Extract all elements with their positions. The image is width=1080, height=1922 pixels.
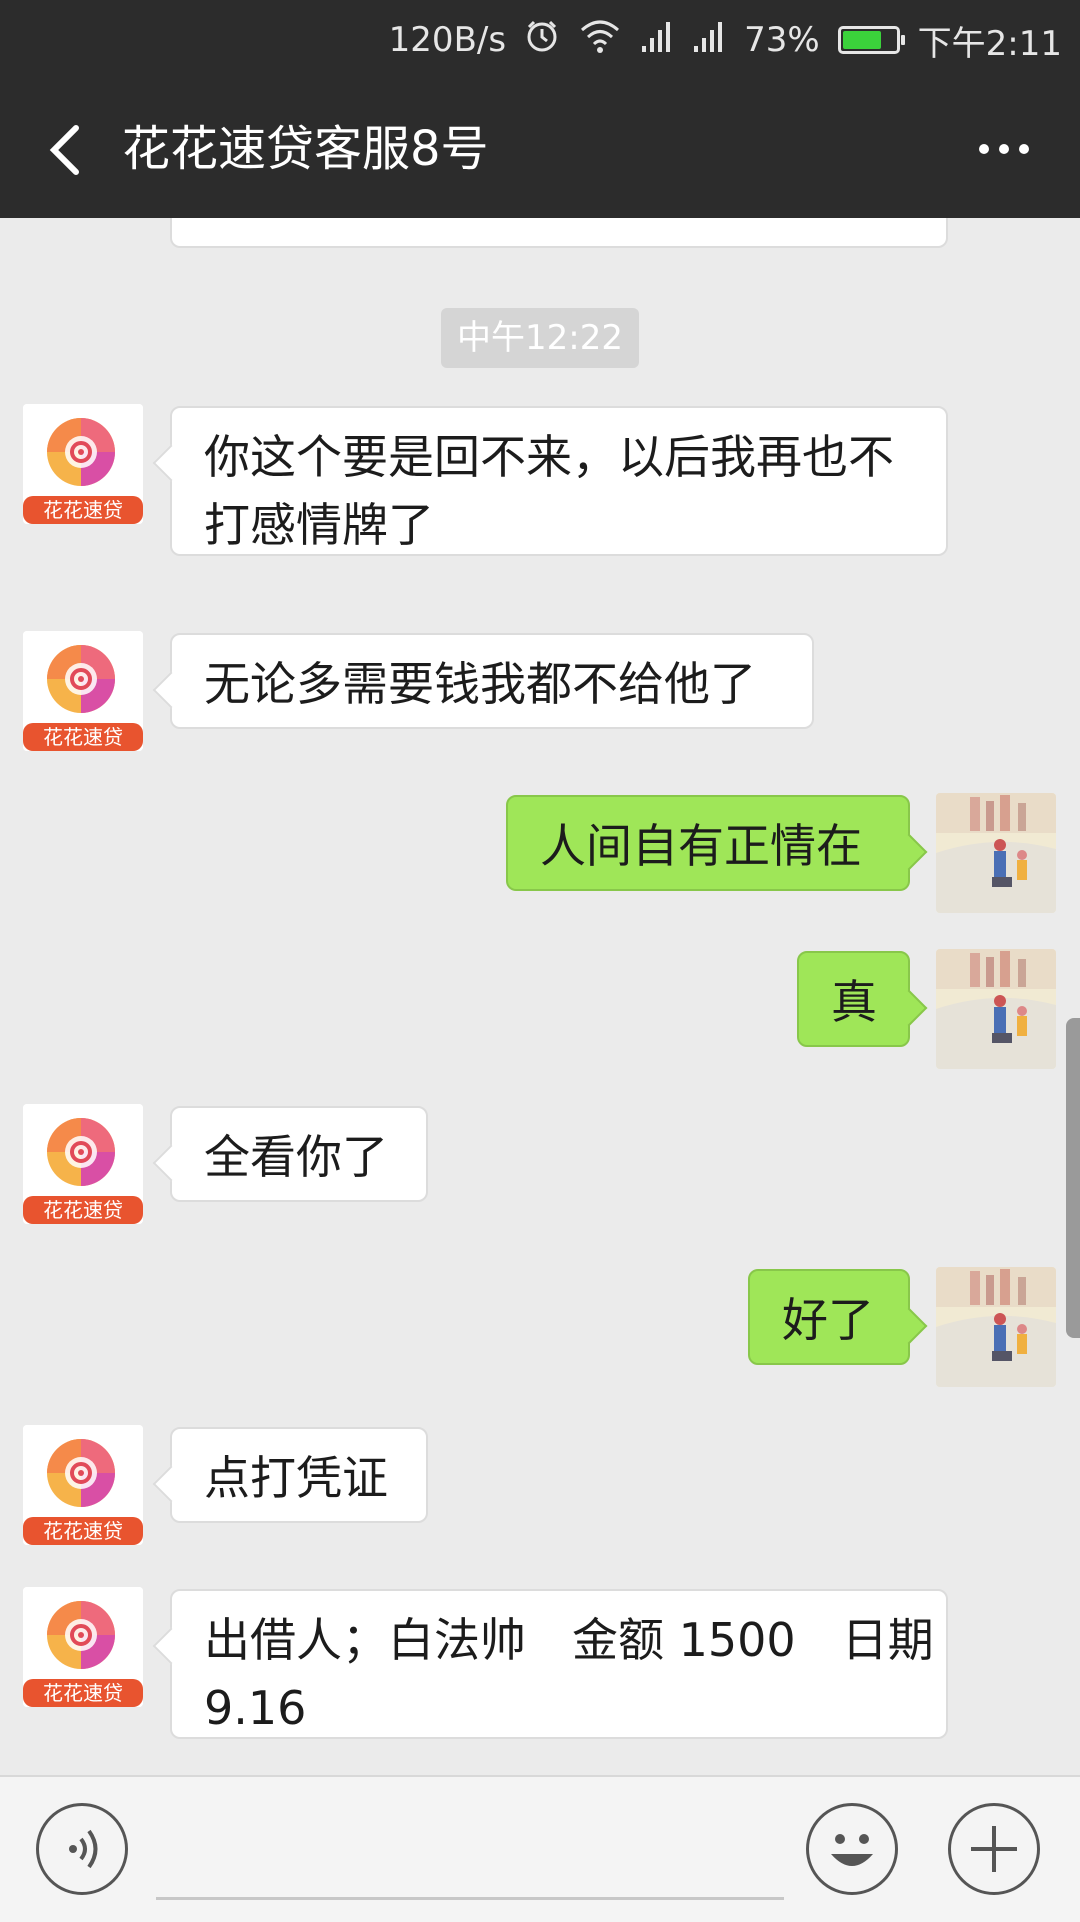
avatar-label: 花花速贷 [43,1198,123,1222]
message-input[interactable] [156,1803,784,1900]
battery-icon [837,26,905,54]
my-avatar[interactable] [936,793,1056,913]
message-text: 打感情牌了 [204,498,434,552]
agent-avatar[interactable]: 花花速贷 [23,1425,143,1545]
more-button[interactable] [964,114,1044,184]
avatar-label: 花花速贷 [43,1681,123,1705]
message-text: 9.16 [204,1681,307,1735]
agent-avatar[interactable]: 花花速贷 [23,1587,143,1707]
message-timestamp: 中午12:22 [441,308,639,368]
chat-title: 花花速贷客服8号 [122,121,489,177]
my-avatar[interactable] [936,949,1056,1069]
message-text: 好了 [782,1293,874,1347]
avatar-label: 花花速贷 [43,498,123,522]
incoming-message[interactable]: 无论多需要钱我都不给他了 [170,633,814,729]
outgoing-message[interactable]: 真 [797,951,910,1047]
emoji-button[interactable] [806,1803,898,1895]
more-dots-icon [979,144,989,154]
my-avatar[interactable] [936,1267,1056,1387]
alarm-icon [524,18,560,63]
avatar-label: 花花速贷 [43,1519,123,1543]
input-bar [0,1775,1080,1922]
user-photo-icon [936,1267,1056,1387]
back-button[interactable] [36,114,106,184]
wifi-icon [578,18,622,63]
message-text: 你这个要是回不来，以后我再也不 [204,430,894,484]
incoming-message[interactable]: 出借人；白法帅 金额 1500 日期 9.16 [170,1589,948,1739]
signal-icon-2 [692,18,726,63]
outgoing-message[interactable]: 好了 [748,1269,910,1365]
add-button[interactable] [948,1803,1040,1895]
agent-avatar[interactable]: 花花速贷 [23,631,143,751]
signal-icon [640,18,674,63]
chevron-left-icon [49,125,79,175]
battery-fill [842,31,881,49]
incoming-message[interactable]: 点打凭证 [170,1427,428,1523]
scrollbar[interactable] [1066,1018,1080,1338]
voice-button[interactable] [36,1803,128,1895]
title-bar: 花花速贷客服8号 [0,80,1080,218]
user-photo-icon [936,793,1056,913]
clock: 下午2:11 [917,23,1062,64]
voice-icon [69,1829,98,1869]
message-text: 无论多需要钱我都不给他了 [204,657,756,711]
user-photo-icon [936,949,1056,1069]
message-text: 点打凭证 [204,1451,388,1505]
outgoing-message[interactable]: 人间自有正情在 [506,795,910,891]
message-text: 真 [831,975,877,1029]
message-text: 人间自有正情在 [540,819,862,873]
previous-message-bubble [170,218,948,248]
agent-avatar[interactable]: 花花速贷 [23,404,143,524]
chat-area[interactable]: 中午12:22 花花速贷 你这个要是回不来，以后我再也不 打感情牌了 花花速贷 无论多需… [0,218,1080,1775]
status-bar: 120B/s 73% 下午2:11 [0,0,1080,80]
more-dot [999,144,1009,154]
incoming-message[interactable]: 全看你了 [170,1106,428,1202]
network-speed: 120B/s [388,20,507,60]
message-text: 全看你了 [204,1130,388,1184]
battery-percent: 73% [744,20,820,60]
more-dot [1019,144,1029,154]
plus-icon [971,1826,1017,1872]
message-text: 出借人；白法帅 金额 1500 日期 [204,1613,934,1667]
agent-avatar[interactable]: 花花速贷 [23,1104,143,1224]
incoming-message[interactable]: 你这个要是回不来，以后我再也不 打感情牌了 [170,406,948,556]
emoji-icon [831,1834,873,1866]
avatar-label: 花花速贷 [43,725,123,749]
